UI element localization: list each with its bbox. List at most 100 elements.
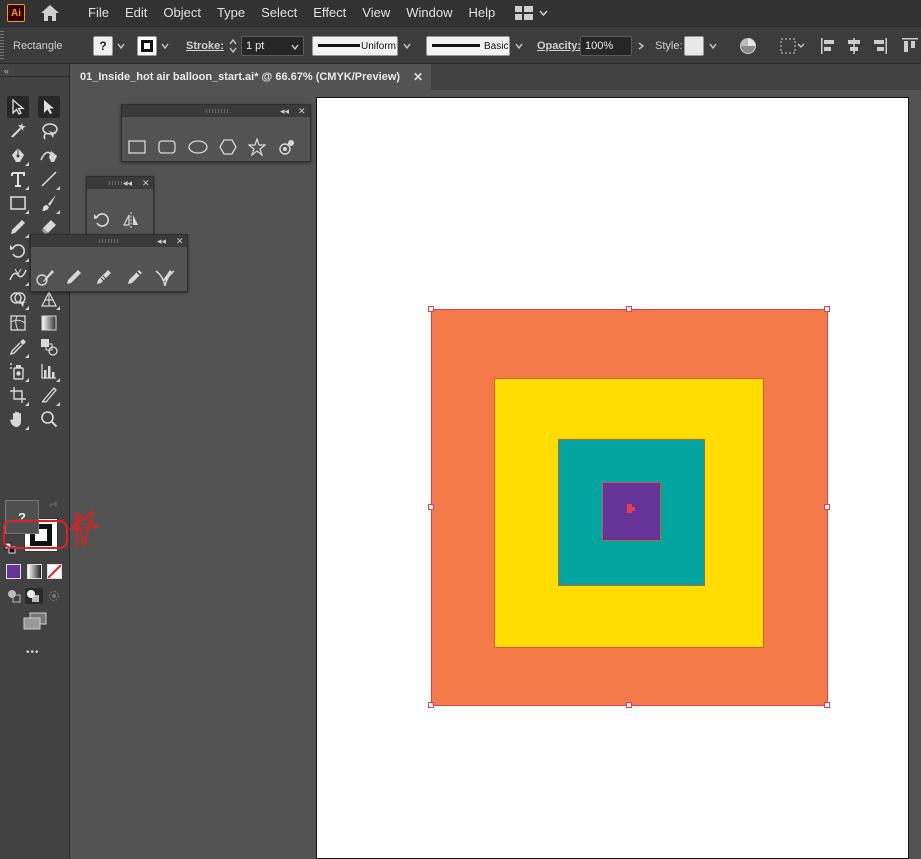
gradient-button[interactable] (27, 564, 42, 579)
menu-window[interactable]: Window (398, 0, 460, 26)
rectangle-tool[interactable] (7, 192, 29, 214)
draw-inside-button[interactable] (46, 588, 62, 604)
handle-bottom-left[interactable] (428, 702, 434, 708)
artboard-tool[interactable] (7, 384, 29, 406)
hand-tool[interactable] (7, 408, 29, 430)
menu-edit[interactable]: Edit (117, 0, 155, 26)
menu-help[interactable]: Help (460, 0, 503, 26)
align-left-icon[interactable] (820, 37, 836, 55)
screen-mode-icon[interactable] (23, 612, 47, 630)
menu-file[interactable]: File (80, 0, 117, 26)
pencil-panel-header[interactable]: ◂◂ ✕ (31, 235, 187, 247)
align-to-selection-icon[interactable] (779, 37, 805, 55)
zoom-tool[interactable] (38, 408, 60, 430)
rotate-panel-header[interactable]: ◂◂ ✕ (87, 177, 153, 189)
close-icon[interactable]: ✕ (413, 64, 423, 90)
polygon-icon[interactable] (219, 138, 237, 156)
star-icon[interactable] (248, 138, 266, 156)
rounded-rectangle-icon[interactable] (158, 139, 176, 155)
collapse-icon[interactable]: « (4, 66, 9, 76)
magic-wand-tool[interactable] (7, 120, 29, 142)
shape-builder-tool[interactable] (7, 288, 29, 310)
pen-tool[interactable] (7, 144, 29, 166)
close-icon[interactable]: ✕ (142, 177, 150, 189)
opacity-chevron-icon[interactable] (637, 42, 645, 50)
slice-tool[interactable] (38, 384, 60, 406)
graphic-style-swatch[interactable] (684, 36, 704, 56)
collapse-icon[interactable]: ◂◂ (280, 105, 289, 117)
line-segment-tool[interactable] (38, 168, 60, 190)
rectangle-icon[interactable] (128, 139, 146, 155)
opacity-label[interactable]: Opacity: (537, 40, 581, 52)
blend-tool[interactable] (38, 336, 60, 358)
menu-object[interactable]: Object (155, 0, 209, 26)
default-fill-stroke-icon[interactable] (4, 542, 16, 554)
gradient-tool[interactable] (38, 312, 60, 334)
menu-effect[interactable]: Effect (305, 0, 354, 26)
symbol-sprayer-tool[interactable] (7, 360, 29, 382)
smooth-icon[interactable] (95, 268, 113, 286)
stroke-chevron-icon[interactable] (161, 42, 169, 50)
handle-middle-left[interactable] (428, 504, 434, 510)
paintbrush-tool[interactable] (38, 192, 60, 214)
path-eraser-icon[interactable] (126, 268, 144, 286)
close-icon[interactable]: ✕ (298, 105, 306, 117)
swap-fill-stroke-icon[interactable] (48, 502, 60, 514)
edit-toolbar-more[interactable]: ••• (26, 647, 40, 658)
collapse-icon[interactable]: ◂◂ (123, 177, 132, 189)
join-icon[interactable] (155, 268, 175, 288)
type-tool[interactable] (7, 168, 29, 190)
recolor-artwork-icon[interactable] (739, 37, 757, 55)
column-graph-tool[interactable] (38, 360, 60, 382)
stroke-label[interactable]: Stroke: (186, 40, 224, 52)
close-icon[interactable]: ✕ (176, 235, 184, 247)
flare-icon[interactable] (278, 138, 296, 156)
draw-normal-button[interactable] (6, 588, 22, 604)
document-tab[interactable]: 01_Inside_hot air balloon_start.ai* @ 66… (70, 64, 431, 90)
handle-middle-right[interactable] (824, 504, 830, 510)
curvature-tool[interactable] (38, 144, 60, 166)
width-tool[interactable] (7, 264, 29, 286)
ellipse-icon[interactable] (188, 139, 208, 155)
align-top-icon[interactable] (901, 37, 919, 55)
handle-top-right[interactable] (824, 306, 830, 312)
brush-definition[interactable]: Basic (426, 36, 510, 56)
selection-tool[interactable] (7, 96, 29, 118)
workspace-switcher[interactable] (515, 6, 548, 20)
fill-chevron-icon[interactable] (117, 42, 125, 50)
variable-width-profile[interactable]: Uniform (312, 36, 398, 56)
eyedropper-tool[interactable] (7, 336, 29, 358)
profile-chevron-icon[interactable] (403, 42, 411, 50)
home-icon[interactable] (40, 4, 60, 22)
handle-bottom-right[interactable] (824, 702, 830, 708)
lasso-tool[interactable] (38, 120, 60, 142)
fill-indicator[interactable]: ? (5, 500, 39, 534)
draw-behind-button[interactable] (25, 588, 43, 604)
handle-top-left[interactable] (428, 306, 434, 312)
pencil-tool[interactable] (7, 216, 29, 238)
stroke-weight-field[interactable]: 1 pt (241, 36, 304, 56)
none-button[interactable] (47, 564, 62, 579)
menu-type[interactable]: Type (209, 0, 253, 26)
color-button[interactable] (6, 564, 21, 579)
reflect-icon[interactable] (122, 211, 140, 229)
control-bar-grip[interactable] (0, 31, 4, 59)
rotate-tool[interactable] (7, 240, 29, 262)
direct-selection-tool[interactable] (38, 96, 60, 118)
rotate-icon[interactable] (93, 211, 111, 229)
menu-select[interactable]: Select (253, 0, 305, 26)
brush-chevron-icon[interactable] (515, 42, 523, 50)
opacity-field[interactable]: 100% (580, 36, 632, 56)
stroke-swatch[interactable] (137, 36, 157, 56)
menu-view[interactable]: View (354, 0, 398, 26)
artboard[interactable] (316, 97, 909, 859)
align-center-icon[interactable] (846, 37, 862, 55)
align-right-icon[interactable] (872, 37, 888, 55)
style-chevron-icon[interactable] (709, 42, 717, 50)
collapse-icon[interactable]: ◂◂ (157, 235, 166, 247)
stroke-stepper-icon[interactable] (228, 37, 238, 55)
shaper-icon[interactable] (35, 268, 55, 288)
handle-top-center[interactable] (626, 306, 632, 312)
pencil-icon[interactable] (65, 268, 83, 286)
shape-panel-header[interactable]: ◂◂ ✕ (122, 105, 310, 117)
